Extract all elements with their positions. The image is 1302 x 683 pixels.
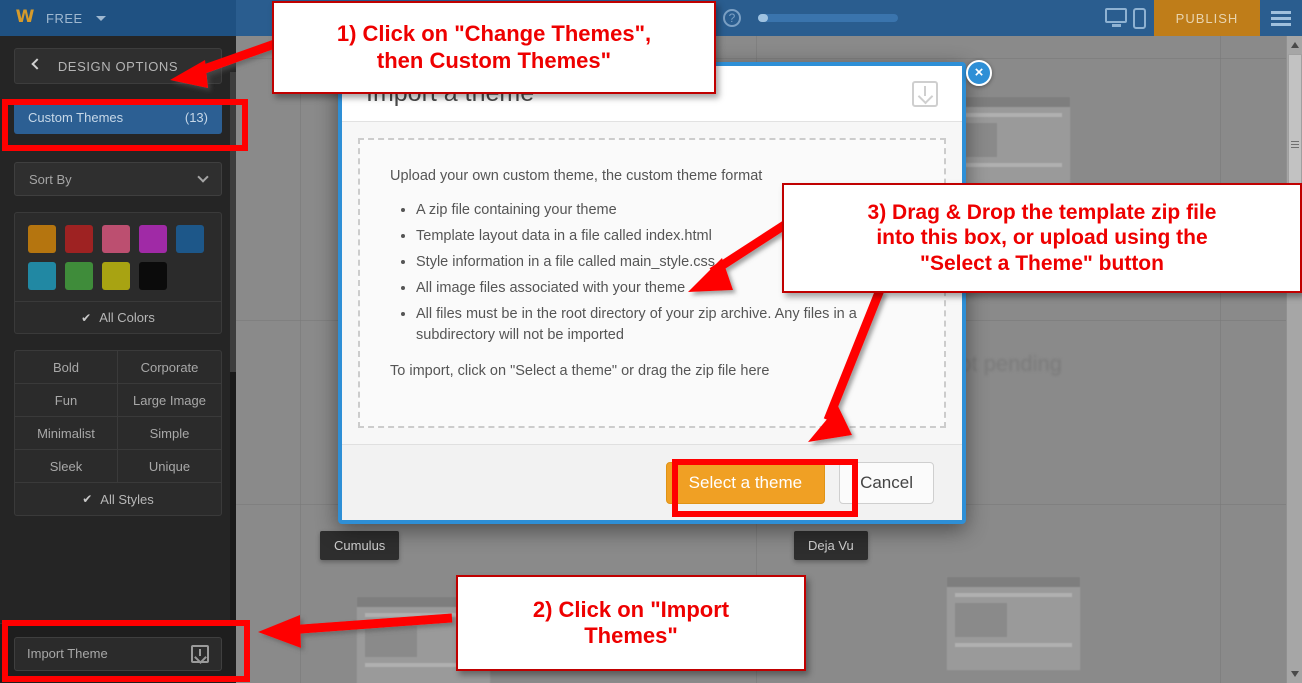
callout-step-1: 1) Click on "Change Themes", then Custom… [272, 1, 716, 94]
callout-1-line-1: 1) Click on "Change Themes", [336, 21, 652, 47]
theme-name-tag: Deja Vu [794, 531, 868, 560]
check-icon: ✔ [81, 310, 92, 325]
style-filter-bold[interactable]: Bold [15, 351, 118, 384]
device-preview-toggles [1105, 7, 1146, 29]
style-filter-grid: Bold Corporate Fun Large Image Minimalist Sim… [15, 351, 221, 483]
custom-themes-label: Custom Themes [28, 109, 124, 125]
all-colors-label: All Colors [99, 310, 155, 325]
import-theme-label: Import Theme [27, 646, 108, 661]
mobile-view-icon[interactable] [1133, 7, 1146, 29]
requirement-item: All files must be in the root directory … [416, 304, 914, 346]
style-filter-panel: Bold Corporate Fun Large Image Minimalist Sim… [14, 350, 222, 516]
plan-label: FREE [46, 10, 83, 26]
callout-step-3: 3) Drag & Drop the template zip file int… [782, 183, 1302, 293]
all-styles-button[interactable]: ✔ All Styles [15, 483, 221, 515]
scroll-down-arrow-icon[interactable] [1291, 671, 1299, 677]
cancel-button[interactable]: Cancel [839, 461, 934, 504]
callout-3-line-2: into this box, or upload using the [876, 226, 1208, 250]
callout-3-line-1: 3) Drag & Drop the template zip file [867, 201, 1217, 225]
color-swatch-2[interactable] [102, 225, 130, 253]
desktop-view-icon[interactable] [1105, 8, 1127, 28]
color-filter-panel: ✔ All Colors [14, 212, 222, 334]
progress-slider[interactable] [758, 14, 898, 22]
scroll-up-arrow-icon[interactable] [1291, 42, 1299, 48]
sidebar-item-custom-themes[interactable]: Custom Themes (13) [14, 100, 222, 134]
close-icon[interactable]: × [966, 60, 992, 86]
style-filter-minimalist[interactable]: Minimalist [15, 417, 118, 450]
theme-name-tag: Cumulus [320, 531, 400, 560]
app-root: W FREE ? PUBLISH DESIGN OPTIONS Custom T… [0, 0, 1302, 683]
select-a-theme-button[interactable]: Select a theme [665, 461, 826, 504]
sidebar-scrollbar[interactable] [230, 72, 236, 659]
callout-3-line-3: "Select a Theme" button [920, 251, 1164, 275]
scrollbar-grip-icon [1291, 141, 1299, 142]
style-filter-sleek[interactable]: Sleek [15, 450, 118, 483]
left-sidebar: DESIGN OPTIONS Custom Themes (13) Sort B… [0, 36, 236, 683]
style-filter-large-image[interactable]: Large Image [118, 384, 221, 417]
modal-footer: Select a theme Cancel [342, 444, 962, 520]
color-swatch-7[interactable] [102, 262, 130, 290]
callout-2-line-2: Themes" [584, 623, 678, 648]
canvas-scrollbar[interactable] [1286, 36, 1302, 683]
all-colors-button[interactable]: ✔ All Colors [15, 301, 221, 333]
weebly-logo-icon: W [14, 7, 36, 29]
style-filter-simple[interactable]: Simple [118, 417, 221, 450]
chevron-left-icon [31, 58, 43, 70]
dropzone-closing-text: To import, click on "Select a theme" or … [390, 363, 770, 380]
theme-thumbnail[interactable] [946, 576, 1081, 671]
download-icon [191, 644, 209, 663]
import-theme-button[interactable]: Import Theme [14, 636, 222, 671]
progress-handle[interactable] [758, 14, 768, 22]
style-filter-fun[interactable]: Fun [15, 384, 118, 417]
download-icon [912, 80, 938, 107]
chevron-down-icon [197, 171, 209, 183]
custom-themes-count: (13) [184, 109, 208, 125]
import-theme-dialog: Import a theme Upload your own custom th… [338, 60, 992, 524]
all-styles-label: All Styles [100, 491, 154, 507]
color-swatch-6[interactable] [65, 262, 93, 290]
publish-button[interactable]: PUBLISH [1154, 0, 1260, 36]
color-swatch-0[interactable] [28, 225, 56, 253]
color-swatch-8[interactable] [139, 262, 167, 290]
import-theme-bar: Import Theme [0, 623, 236, 683]
color-swatch-1[interactable] [65, 225, 93, 253]
design-options-label: DESIGN OPTIONS [57, 58, 179, 74]
callout-step-2: 2) Click on "Import Themes" [456, 575, 806, 671]
sort-by-label: Sort By [29, 171, 72, 187]
style-filter-unique[interactable]: Unique [118, 450, 221, 483]
color-swatch-4[interactable] [176, 225, 204, 253]
color-swatch-list [15, 213, 221, 301]
callout-1-line-2: then Custom Themes" [376, 47, 612, 73]
sort-by-dropdown[interactable]: Sort By [14, 162, 222, 196]
color-swatch-3[interactable] [139, 225, 167, 253]
color-swatch-5[interactable] [28, 262, 56, 290]
chevron-down-icon[interactable] [95, 15, 106, 21]
callout-2-line-1: 2) Click on "Import [532, 596, 730, 622]
sidebar-scrollbar-thumb[interactable] [230, 72, 236, 372]
design-options-button[interactable]: DESIGN OPTIONS [14, 48, 222, 84]
modal-panel: Import a theme Upload your own custom th… [338, 62, 966, 524]
hamburger-menu-icon[interactable] [1260, 0, 1302, 36]
brand-area[interactable]: W FREE [0, 0, 236, 36]
check-icon: ✔ [82, 492, 93, 506]
style-filter-corporate[interactable]: Corporate [118, 351, 221, 384]
help-icon[interactable]: ? [723, 9, 741, 27]
